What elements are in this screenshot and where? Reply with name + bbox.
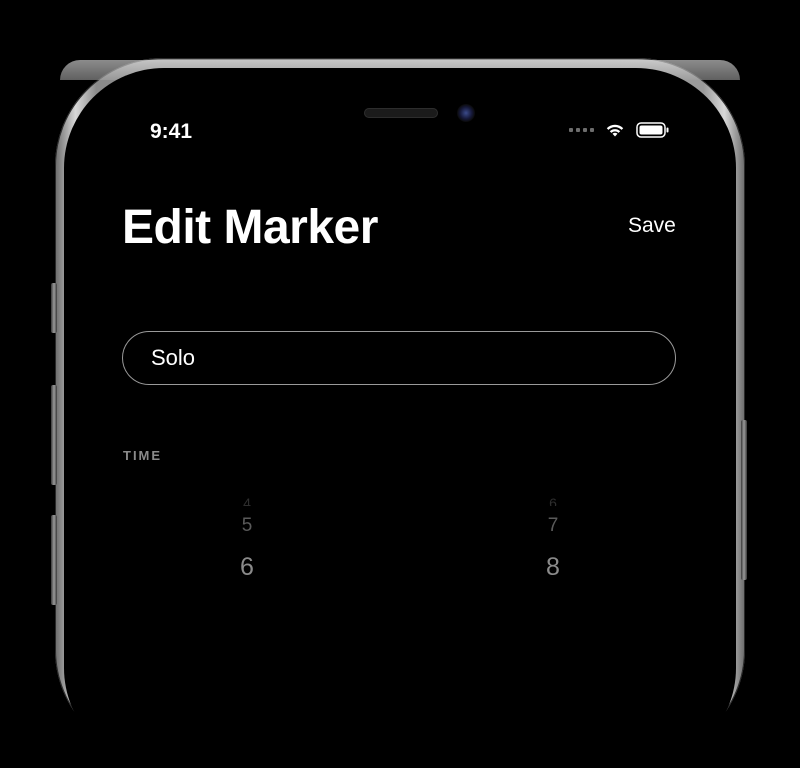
picker-value: 6 [549, 496, 557, 506]
status-time: 9:41 [150, 120, 193, 143]
volume-up-button [51, 385, 57, 485]
picker-value: 6 [240, 553, 254, 581]
time-picker-right-column[interactable]: 6 7 8 [533, 496, 573, 580]
earpiece-speaker [364, 108, 438, 118]
picker-value: 8 [546, 553, 560, 581]
picker-value: 4 [243, 496, 251, 506]
front-camera [457, 104, 475, 122]
marker-name-input[interactable]: Solo [122, 331, 676, 385]
save-button[interactable]: Save [628, 214, 676, 238]
time-section-label: TIME [123, 448, 163, 463]
silent-switch [51, 283, 57, 333]
page-title: Edit Marker [122, 201, 378, 254]
wifi-icon [604, 122, 626, 138]
marker-name-value: Solo [151, 345, 196, 370]
picker-value: 7 [547, 515, 559, 536]
picker-value: 5 [241, 515, 253, 536]
time-picker-left-column[interactable]: 4 5 6 [227, 496, 267, 580]
volume-down-button [51, 515, 57, 605]
battery-icon [636, 122, 670, 138]
power-button [741, 420, 747, 580]
screen: 9:41 Edit Marker Save Solo TIME 4 5 6 6 … [64, 68, 736, 768]
cellular-signal-icon [569, 128, 594, 132]
status-icons [569, 122, 670, 138]
